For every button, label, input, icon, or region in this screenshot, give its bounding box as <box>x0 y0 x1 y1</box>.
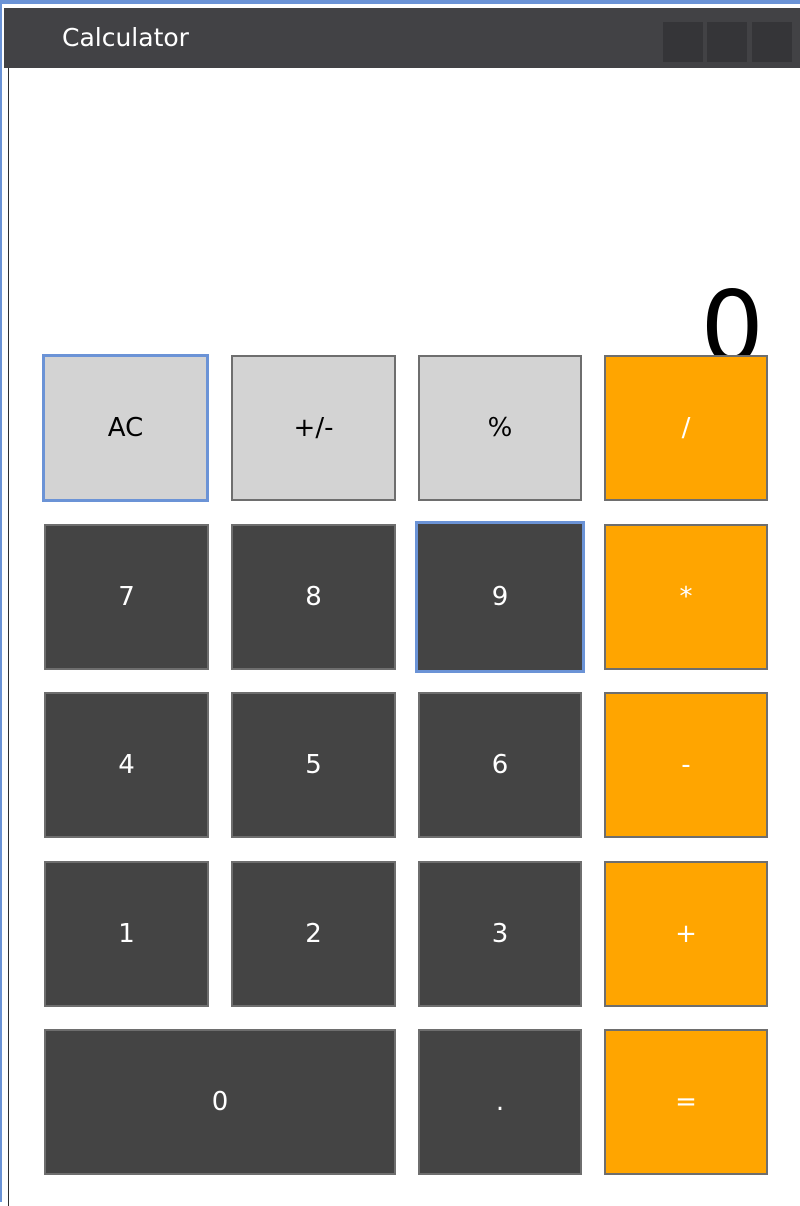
title-bar[interactable]: Calculator <box>4 8 800 68</box>
divide-button[interactable]: / <box>604 355 768 501</box>
three-button[interactable]: 3 <box>418 861 582 1007</box>
nine-button[interactable]: 9 <box>415 521 585 673</box>
window-title: Calculator <box>62 23 189 52</box>
negate-button[interactable]: +/- <box>231 355 396 501</box>
percent-button[interactable]: % <box>418 355 582 501</box>
zero-button[interactable]: 0 <box>44 1029 396 1175</box>
calculator-window: Calculator 0 AC +/- % / 7 8 9 * 4 5 6 - … <box>0 0 800 1206</box>
multiply-button[interactable]: * <box>604 524 768 670</box>
four-button[interactable]: 4 <box>44 692 209 838</box>
seven-button[interactable]: 7 <box>44 524 209 670</box>
decimal-button[interactable]: . <box>418 1029 582 1175</box>
all-clear-button[interactable]: AC <box>42 354 209 502</box>
calculator-body: 0 AC +/- % / 7 8 9 * 4 5 6 - 1 2 3 + 0 .… <box>8 68 800 1206</box>
five-button[interactable]: 5 <box>231 692 396 838</box>
eight-button[interactable]: 8 <box>231 524 396 670</box>
six-button[interactable]: 6 <box>418 692 582 838</box>
subtract-button[interactable]: - <box>604 692 768 838</box>
equals-button[interactable]: = <box>604 1029 768 1175</box>
one-button[interactable]: 1 <box>44 861 209 1007</box>
maximize-button[interactable] <box>707 22 747 62</box>
two-button[interactable]: 2 <box>231 861 396 1007</box>
minimize-button[interactable] <box>663 22 703 62</box>
close-button[interactable] <box>752 22 792 62</box>
add-button[interactable]: + <box>604 861 768 1007</box>
